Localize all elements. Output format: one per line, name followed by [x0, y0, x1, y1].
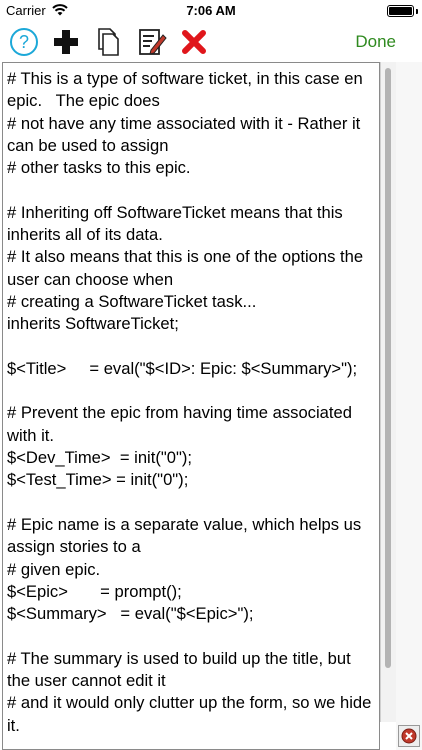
toolbar: ? Done [0, 22, 422, 62]
battery-icon [387, 5, 414, 17]
code-editor[interactable]: # This is a type of software ticket, in … [2, 62, 380, 750]
editor-text[interactable]: # This is a type of software ticket, in … [3, 63, 379, 737]
copy-icon[interactable] [91, 26, 123, 58]
clock: 7:06 AM [186, 3, 236, 18]
right-gutter [396, 62, 422, 750]
status-bar: Carrier 7:06 AM [0, 0, 422, 22]
battery-cap [416, 9, 418, 14]
delete-icon[interactable] [178, 26, 210, 58]
close-icon[interactable] [398, 725, 420, 747]
edit-icon[interactable] [136, 26, 168, 58]
add-icon[interactable] [50, 26, 82, 58]
svg-text:?: ? [19, 32, 29, 52]
scrollbar-track[interactable] [380, 62, 397, 722]
done-button[interactable]: Done [355, 32, 396, 52]
help-icon[interactable]: ? [8, 26, 40, 58]
scrollbar-thumb[interactable] [385, 68, 391, 668]
